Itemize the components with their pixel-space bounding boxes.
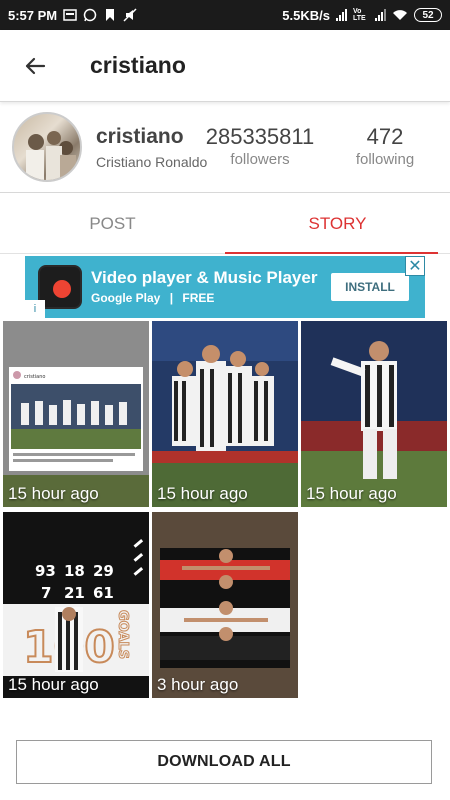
followers-count: 285335811 (205, 124, 315, 149)
page-title: cristiano (90, 52, 186, 78)
following-stat: 472 following (340, 124, 430, 168)
avatar-image (26, 131, 76, 180)
download-all-button[interactable]: DOWNLOAD ALL (16, 740, 432, 784)
whatsapp-icon (83, 8, 97, 22)
story-time: 3 hour ago (157, 675, 239, 694)
following-count: 472 (366, 124, 404, 149)
tab-story[interactable]: STORY (225, 194, 450, 254)
story-stat: 61 (93, 584, 114, 602)
tab-bar: POST STORY (0, 194, 450, 254)
story-thumbnail (152, 321, 298, 507)
ad-subtitle: Google Play | FREE (91, 291, 215, 305)
story-stat: 18 (64, 562, 85, 580)
story-item[interactable]: 15 hour ago (152, 321, 298, 507)
story-item[interactable]: 15 hour ago (301, 321, 447, 507)
arrow-left-icon (25, 57, 46, 74)
story-thumbnail: cristiano (3, 321, 149, 507)
story-time: 15 hour ago (8, 675, 99, 694)
status-bar: 5:57 PM 5.5KB/s Vo LTE 52 (0, 0, 450, 30)
profile-header: cristiano Cristiano Ronaldo 285335811 fo… (0, 103, 450, 193)
close-icon[interactable]: ✕ (405, 256, 425, 276)
tab-post[interactable]: POST (0, 194, 225, 253)
story-item[interactable]: cristiano 15 hour ago (3, 321, 149, 507)
gallery-icon (63, 9, 77, 21)
story-thumbnail (152, 512, 298, 698)
back-button[interactable] (0, 30, 70, 102)
story-stat: 93 (35, 562, 56, 580)
story-stat: 29 (93, 562, 114, 580)
story-thumbnail: 93 18 29 7 21 61 100 GOALS (3, 512, 149, 698)
wifi-icon (393, 10, 407, 20)
following-label: following (355, 151, 415, 168)
info-icon[interactable]: i (25, 300, 45, 318)
ad-title: Video player & Music Player (91, 268, 318, 287)
story-time: 15 hour ago (157, 484, 248, 503)
ad-store: Google Play (91, 291, 161, 305)
story-stat: 7 (41, 584, 51, 602)
profile-username: cristiano (96, 125, 184, 148)
battery-indicator: 52 (414, 8, 442, 22)
profile-full-name: Cristiano Ronaldo (96, 154, 208, 170)
ad-banner[interactable]: Video player & Music Player Google Play … (25, 256, 425, 318)
followers-stat: 285335811 followers (200, 124, 320, 168)
story-item[interactable]: 93 18 29 7 21 61 100 GOALS 15 hour ago (3, 512, 149, 698)
mute-icon (123, 8, 137, 22)
status-time: 5:57 PM (8, 7, 58, 23)
app-bar: cristiano (0, 30, 450, 102)
story-time: 15 hour ago (306, 484, 397, 503)
ad-install-button[interactable]: INSTALL (331, 273, 409, 301)
story-thumbnail (301, 321, 447, 507)
bookmark-icon (106, 9, 115, 21)
signal-icon-2 (375, 9, 386, 21)
story-post-handle: cristiano (24, 374, 45, 380)
story-badge-suffix: GOALS (115, 610, 130, 659)
volte-label: Vo LTE (353, 8, 366, 22)
story-time: 15 hour ago (8, 484, 99, 503)
avatar[interactable] (12, 112, 82, 182)
followers-label: followers (230, 151, 290, 168)
network-speed: 5.5KB/s (282, 7, 330, 23)
ad-price: FREE (182, 291, 215, 305)
story-item[interactable]: 3 hour ago (152, 512, 298, 698)
story-stat: 21 (64, 584, 85, 602)
signal-icon (336, 9, 347, 21)
